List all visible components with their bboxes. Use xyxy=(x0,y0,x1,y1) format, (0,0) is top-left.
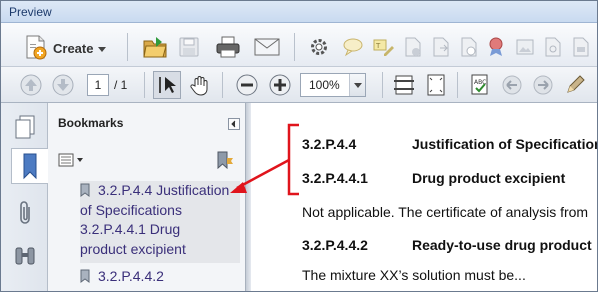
bookmark-label-line: 3.2.P.4.4.1 Drug xyxy=(80,221,181,237)
bookmark-label: 3.2.P.4.4.2 xyxy=(98,268,164,284)
comment-icon[interactable] xyxy=(341,35,365,59)
section-heading: Justification of Specifications xyxy=(412,136,598,152)
zoom-value: 100% xyxy=(309,78,340,92)
bookmark-label-line: product excipient xyxy=(80,240,186,257)
section-number: 3.2.P.4.4.1 xyxy=(302,170,368,186)
bookmarks-tab-icon[interactable] xyxy=(11,148,48,184)
select-tool-icon[interactable] xyxy=(153,71,181,99)
section-number: 3.2.P.4.4.2 xyxy=(302,237,368,253)
page-total: / 1 xyxy=(114,78,128,92)
ribbon-icon[interactable] xyxy=(485,35,509,59)
section-heading: Ready-to-use drug product xyxy=(412,237,592,253)
hand-tool-icon[interactable] xyxy=(187,72,213,98)
attach-file-icon[interactable] xyxy=(401,35,425,59)
zoom-dropdown-button[interactable] xyxy=(349,74,365,96)
bookmark-label-line: of Specifications xyxy=(80,201,182,218)
fit-page-icon[interactable] xyxy=(423,72,449,98)
chevron-left-icon xyxy=(231,120,236,128)
window-title: Preview xyxy=(9,5,52,19)
undo-icon[interactable] xyxy=(499,72,525,98)
create-dropdown-icon[interactable] xyxy=(98,47,106,52)
bookmark-icon xyxy=(80,183,90,197)
collapse-panel-button[interactable] xyxy=(228,118,240,130)
page-thumbnails-icon[interactable] xyxy=(9,109,41,145)
previous-page-icon[interactable] xyxy=(18,72,44,98)
create-icon[interactable] xyxy=(23,33,49,61)
body-paragraph: Not applicable. The certificate of analy… xyxy=(302,204,589,220)
next-page-icon[interactable] xyxy=(50,72,76,98)
edit-pencil-icon[interactable] xyxy=(562,72,588,98)
image-icon[interactable] xyxy=(513,35,537,59)
document-search-icon[interactable] xyxy=(541,35,565,59)
chevron-down-icon xyxy=(354,83,362,88)
toolbar-separator xyxy=(382,72,383,98)
toolbar-separator xyxy=(222,72,223,98)
zoom-select[interactable]: 100% xyxy=(300,73,366,97)
search-binoculars-icon[interactable] xyxy=(9,238,41,274)
preview-window: Preview Create T 1 / 1 100% ABC Bookmark… xyxy=(0,0,598,292)
attachments-icon[interactable] xyxy=(9,195,41,231)
document-view: 3.2.P.4.4 Justification of Specification… xyxy=(251,103,598,291)
svg-text:T: T xyxy=(375,42,381,50)
bookmarks-toolbar xyxy=(48,143,246,173)
spell-check-icon[interactable]: ABC xyxy=(467,72,493,98)
bookmark-label-line: 3.2.P.4.4 Justification xyxy=(98,182,230,198)
email-icon[interactable] xyxy=(253,35,281,59)
navigation-rail xyxy=(1,103,48,291)
bookmark-options-icon[interactable] xyxy=(58,151,84,169)
new-bookmark-icon[interactable] xyxy=(214,149,236,171)
bookmarks-header: Bookmarks xyxy=(48,103,246,141)
toolbar-separator xyxy=(457,72,458,98)
bookmark-icon xyxy=(80,269,90,283)
highlight-icon[interactable]: T xyxy=(371,35,395,59)
document-arrow-icon[interactable] xyxy=(429,35,453,59)
page-number-input[interactable]: 1 xyxy=(87,74,109,96)
save-icon[interactable] xyxy=(176,34,202,60)
gear-icon[interactable] xyxy=(307,35,331,59)
open-folder-icon[interactable] xyxy=(141,33,169,61)
document-clock-icon[interactable] xyxy=(457,35,481,59)
body-paragraph: The mixture XX’s solution must be... xyxy=(302,267,526,283)
bookmarks-panel: Bookmarks 3.2.P.4.4 Justification of Spe… xyxy=(48,103,246,291)
bookmark-item[interactable]: 3.2.P.4.4.2 xyxy=(80,267,240,289)
toolbar-separator xyxy=(127,33,128,61)
redo-icon[interactable] xyxy=(530,72,556,98)
toolbar-separator xyxy=(144,72,145,98)
document-stamp-icon[interactable] xyxy=(569,35,593,59)
title-bar: Preview xyxy=(1,1,597,23)
section-heading: Drug product excipient xyxy=(412,170,566,186)
bookmarks-title: Bookmarks xyxy=(58,116,124,130)
bookmark-label: 3.2.P.4.4 Justification of Specification… xyxy=(80,181,230,263)
toolbar-separator xyxy=(294,33,295,61)
fit-width-icon[interactable] xyxy=(391,72,417,98)
create-button[interactable]: Create xyxy=(53,41,93,56)
print-icon[interactable] xyxy=(214,33,242,61)
section-number: 3.2.P.4.4 xyxy=(302,136,357,152)
bookmark-item[interactable]: 3.2.P.4.4 Justification of Specification… xyxy=(80,181,240,263)
zoom-out-icon[interactable] xyxy=(234,72,260,98)
zoom-in-icon[interactable] xyxy=(267,72,293,98)
